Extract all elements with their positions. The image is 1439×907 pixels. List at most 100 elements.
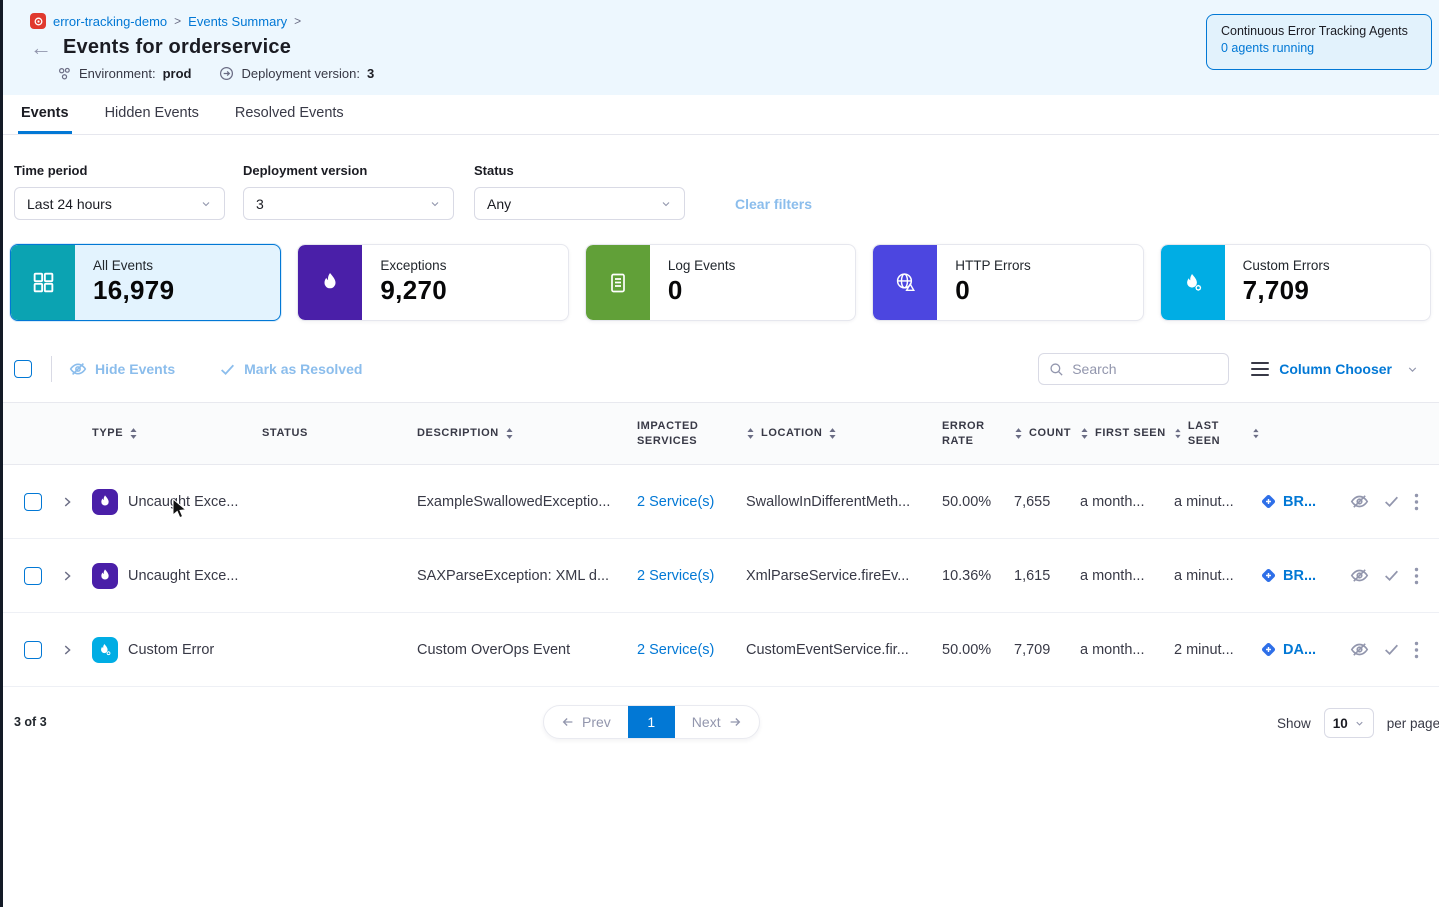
filter-label: Time period — [14, 163, 225, 178]
column-header-description[interactable]: DESCRIPTION — [410, 426, 628, 441]
tab-events[interactable]: Events — [18, 95, 72, 134]
mark-resolved-label: Mark as Resolved — [244, 361, 362, 377]
event-count: 7,655 — [1014, 494, 1080, 510]
row-expand-chevron[interactable] — [60, 495, 92, 509]
card-all-events[interactable]: All Events 16,979 — [10, 244, 281, 321]
tab-hidden-events[interactable]: Hidden Events — [102, 95, 202, 134]
breadcrumb-section[interactable]: Events Summary — [188, 14, 287, 29]
grid-icon — [11, 245, 75, 320]
sort-icon[interactable] — [746, 427, 755, 440]
card-custom-errors[interactable]: Custom Errors 7,709 — [1160, 244, 1431, 321]
eye-slash-icon — [69, 360, 87, 378]
pagination-bar: 3 of 3 Prev 1 Next Show 10 per page — [0, 705, 1439, 741]
column-chooser-icon[interactable] — [1251, 362, 1269, 377]
impacted-services-link[interactable]: 2 Service(s) — [637, 494, 714, 510]
event-last-seen: a minut... — [1174, 568, 1260, 584]
resolve-event-icon[interactable] — [1383, 493, 1400, 510]
resolve-event-icon[interactable] — [1383, 641, 1400, 658]
card-value: 9,270 — [380, 275, 447, 306]
time-period-select[interactable]: Last 24 hours — [14, 187, 225, 220]
sort-icon[interactable] — [1080, 427, 1089, 440]
arrow-right-icon — [728, 715, 742, 729]
column-chooser-button[interactable]: Column Chooser — [1279, 361, 1392, 377]
row-checkbox[interactable] — [24, 567, 42, 585]
deployment-value: 3 — [367, 66, 374, 81]
next-page-button[interactable]: Next — [675, 706, 759, 738]
back-arrow-icon[interactable]: ← — [30, 37, 52, 59]
column-header-status[interactable]: STATUS — [260, 426, 410, 441]
impacted-services-link[interactable]: 2 Service(s) — [637, 568, 714, 584]
column-header-count[interactable]: COUNT — [1014, 426, 1080, 441]
sort-icon[interactable] — [828, 427, 837, 440]
ticket-link[interactable]: DA... — [1260, 641, 1338, 658]
flame-gear-icon — [1161, 245, 1225, 320]
agents-running-link[interactable]: 0 agents running — [1221, 41, 1417, 55]
mark-resolved-button[interactable]: Mark as Resolved — [219, 361, 362, 378]
event-description: SAXParseException: XML d... — [410, 568, 628, 584]
table-header-row: TYPE STATUS DESCRIPTION IMPACTED SERVICE… — [0, 403, 1439, 465]
document-icon — [586, 245, 650, 320]
column-header-type[interactable]: TYPE — [92, 426, 260, 441]
hide-event-icon[interactable] — [1350, 566, 1369, 585]
filters-bar: Time period Last 24 hours Deployment ver… — [0, 135, 1439, 220]
table-row[interactable]: Uncaught Exce... SAXParseException: XML … — [0, 539, 1439, 613]
ticket-link[interactable]: BR... — [1260, 567, 1338, 584]
resolve-event-icon[interactable] — [1383, 567, 1400, 584]
ticket-link[interactable]: BR... — [1260, 493, 1338, 510]
chevron-down-icon — [1354, 718, 1365, 729]
sort-icon[interactable] — [1014, 427, 1023, 440]
event-description: Custom OverOps Event — [410, 642, 628, 658]
chevron-down-icon — [660, 198, 672, 210]
row-count-summary: 3 of 3 — [14, 715, 47, 729]
column-header-error-rate[interactable]: ERROR RATE — [942, 419, 1014, 449]
hide-events-button[interactable]: Hide Events — [69, 360, 175, 378]
breadcrumb-separator: > — [294, 14, 301, 28]
chevron-down-icon[interactable] — [1406, 363, 1419, 376]
card-http-errors[interactable]: HTTP Errors 0 — [872, 244, 1143, 321]
event-last-seen: a minut... — [1174, 494, 1260, 510]
card-log-events[interactable]: Log Events 0 — [585, 244, 856, 321]
sort-icon[interactable] — [1252, 427, 1260, 440]
hide-event-icon[interactable] — [1350, 492, 1369, 511]
row-checkbox[interactable] — [24, 641, 42, 659]
prev-page-button[interactable]: Prev — [544, 706, 628, 738]
card-label: Exceptions — [380, 258, 447, 273]
event-location: XmlParseService.fireEv... — [746, 568, 942, 584]
search-input[interactable] — [1072, 361, 1202, 377]
sort-icon[interactable] — [505, 427, 514, 440]
event-type: Uncaught Exce... — [128, 568, 238, 584]
sort-icon[interactable] — [1174, 427, 1182, 440]
page-size-select[interactable]: 10 — [1324, 708, 1374, 738]
breadcrumb-project[interactable]: error-tracking-demo — [53, 14, 167, 29]
column-header-first-seen[interactable]: FIRST SEEN — [1080, 426, 1174, 441]
row-expand-chevron[interactable] — [60, 569, 92, 583]
row-menu-icon[interactable] — [1414, 567, 1419, 585]
tab-resolved-events[interactable]: Resolved Events — [232, 95, 347, 134]
events-table: TYPE STATUS DESCRIPTION IMPACTED SERVICE… — [0, 402, 1439, 687]
table-row[interactable]: Custom Error Custom OverOps Event 2 Serv… — [0, 613, 1439, 687]
hide-event-icon[interactable] — [1350, 640, 1369, 659]
environment-label: Environment: — [79, 66, 156, 81]
status-select[interactable]: Any — [474, 187, 685, 220]
row-menu-icon[interactable] — [1414, 493, 1419, 511]
row-checkbox[interactable] — [24, 493, 42, 511]
column-header-impacted-services[interactable]: IMPACTED SERVICES — [628, 419, 746, 449]
sort-icon[interactable] — [129, 427, 138, 440]
card-exceptions[interactable]: Exceptions 9,270 — [297, 244, 568, 321]
page-1-button[interactable]: 1 — [628, 706, 675, 738]
event-count: 7,709 — [1014, 642, 1080, 658]
card-label: Log Events — [668, 258, 736, 273]
arrow-left-icon — [561, 715, 575, 729]
select-all-checkbox[interactable] — [14, 360, 32, 378]
search-box — [1038, 353, 1229, 385]
table-row[interactable]: Uncaught Exce... ExampleSwallowedExcepti… — [0, 465, 1439, 539]
column-header-last-seen[interactable]: LAST SEEN — [1174, 419, 1260, 449]
flame-gear-icon — [92, 637, 118, 663]
deployment-version-select[interactable]: 3 — [243, 187, 454, 220]
clear-filters-button[interactable]: Clear filters — [735, 196, 812, 212]
row-expand-chevron[interactable] — [60, 643, 92, 657]
row-menu-icon[interactable] — [1414, 641, 1419, 659]
card-value: 0 — [955, 275, 1031, 306]
impacted-services-link[interactable]: 2 Service(s) — [637, 642, 714, 658]
column-header-location[interactable]: LOCATION — [746, 426, 942, 441]
